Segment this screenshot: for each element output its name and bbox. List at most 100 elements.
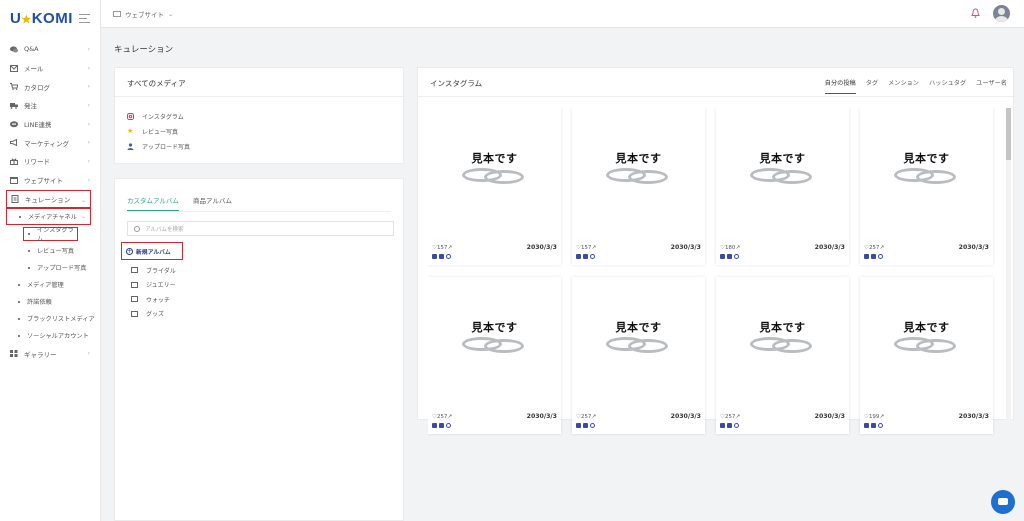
post-status-icons — [720, 423, 741, 428]
instagram-post-card[interactable]: 見本です ♡257↗ 2030/3/3 — [716, 277, 849, 434]
sidebar-subitem-instagram[interactable]: インスタグラム — [0, 225, 100, 243]
tab-mentions[interactable]: メンション — [888, 78, 919, 94]
album-item[interactable]: ウォッチ — [131, 292, 176, 307]
album-search-input[interactable]: アルバムを検索 — [127, 221, 394, 236]
instagram-post-card[interactable]: 見本です ♡257↗ 2030/3/3 — [428, 277, 561, 434]
ring-image — [772, 339, 812, 353]
sidebar-subitem-upload-photos[interactable]: アップロード写真 — [0, 259, 100, 276]
sidebar-item-reward[interactable]: リワード › — [0, 152, 100, 171]
chevron-right-icon: › — [87, 120, 90, 128]
logo[interactable]: U★KOMI — [10, 10, 73, 27]
sidebar-item-label: キュレーション — [25, 195, 71, 204]
instagram-post-card[interactable]: 見本です ♡199↗ 2030/3/3 — [860, 277, 993, 434]
sidebar-item-gallery[interactable]: ギャラリー › — [0, 344, 100, 363]
post-caption: 見本です — [903, 152, 950, 165]
album-item[interactable]: グッズ — [131, 307, 176, 322]
chat-button[interactable] — [991, 490, 1015, 514]
tab-custom-albums[interactable]: カスタムアルバム — [127, 195, 179, 211]
sidebar-item-order[interactable]: 発注 › — [0, 96, 100, 115]
block-icon — [446, 254, 451, 259]
post-likes: ♡257↗ — [432, 414, 453, 420]
ring-image — [916, 339, 956, 353]
tab-tags[interactable]: タグ — [866, 78, 878, 94]
window-icon — [10, 176, 18, 184]
truck-icon — [10, 102, 18, 109]
image-icon — [439, 254, 444, 259]
tag-icon — [576, 423, 581, 428]
post-status-icons — [576, 254, 597, 259]
post-caption: 見本です — [903, 321, 950, 334]
sidebar-item-mail[interactable]: メール › — [0, 59, 100, 78]
chevron-down-icon: ⌄ — [80, 213, 86, 221]
media-filter-instagram[interactable]: インスタグラム — [127, 109, 190, 124]
sidebar-item-qa[interactable]: Q&A › — [0, 40, 100, 59]
image-icon — [131, 310, 138, 317]
avatar[interactable] — [993, 5, 1010, 22]
bell-icon[interactable] — [971, 8, 980, 18]
post-date: 2030/3/3 — [814, 413, 845, 420]
site-selector-label: ウェブサイト — [125, 11, 164, 19]
post-caption: 見本です — [471, 321, 518, 334]
tag-icon — [432, 423, 437, 428]
post-date: 2030/3/3 — [670, 413, 701, 420]
sidebar-subitem-review-photos[interactable]: レビュー写真 — [0, 242, 100, 259]
menu-toggle-icon[interactable] — [79, 14, 90, 23]
tab-product-albums[interactable]: 商品アルバム — [193, 195, 232, 211]
instagram-post-card[interactable]: 見本です ♡180↗ 2030/3/3 — [716, 108, 849, 265]
post-likes: ♡257↗ — [720, 414, 741, 420]
block-icon — [878, 423, 883, 428]
image-icon — [871, 254, 876, 259]
post-date: 2030/3/3 — [958, 413, 989, 420]
megaphone-icon — [10, 138, 18, 147]
ring-image — [916, 170, 956, 184]
search-icon — [134, 225, 140, 232]
sidebar-item-label: 発注 — [24, 102, 37, 111]
post-image: 見本です — [716, 108, 849, 241]
instagram-post-card[interactable]: 見本です ♡157↗ 2030/3/3 — [572, 108, 705, 265]
media-filter-label: インスタグラム — [142, 114, 184, 121]
grid-icon — [10, 350, 18, 358]
post-image: 見本です — [572, 108, 705, 241]
ring-image — [772, 170, 812, 184]
sidebar-item-marketing[interactable]: マーケティング › — [0, 133, 100, 152]
instagram-post-card[interactable]: 見本です ♡257↗ 2030/3/3 — [860, 108, 993, 265]
media-filter-label: アップロード写真 — [142, 144, 191, 151]
tag-icon — [576, 254, 581, 259]
sidebar-item-curation[interactable]: キュレーション ⌄ — [6, 189, 91, 209]
site-selector[interactable]: ウェブサイト ⌄ — [113, 9, 173, 19]
scrollbar[interactable] — [1006, 108, 1011, 445]
sidebar-subitem-rights-request[interactable]: 許諾依頼 — [0, 293, 100, 310]
star-icon: ★ — [21, 14, 32, 26]
sidebar-item-line[interactable]: LINE連携 › — [0, 115, 100, 134]
media-filter-upload[interactable]: アップロード写真 — [127, 139, 190, 154]
sidebar-item-label: LINE連携 — [24, 121, 52, 130]
instagram-post-card[interactable]: 見本です ♡157↗ 2030/3/3 — [428, 108, 561, 265]
sidebar-subitem-blacklist-media[interactable]: ブラックリストメディア — [0, 310, 100, 327]
sidebar-subitem-label: メディア管理 — [27, 282, 64, 290]
album-item[interactable]: ジュエリー — [131, 278, 176, 293]
all-media-card: すべてのメディア インスタグラム ★ レビュー写真 アップロード写真 — [114, 67, 404, 164]
block-icon — [734, 423, 739, 428]
post-caption: 見本です — [615, 321, 662, 334]
image-icon — [583, 423, 588, 428]
new-album-button[interactable]: + 新規アルバム — [121, 242, 183, 260]
post-likes: ♡157↗ — [432, 245, 453, 251]
tab-hashtags[interactable]: ハッシュタグ — [929, 78, 966, 94]
card-title: インスタグラム — [430, 79, 483, 88]
post-image: 見本です — [428, 277, 561, 410]
sidebar-subitem-media-management[interactable]: メディア管理 — [0, 276, 100, 293]
album-item[interactable]: ブライダル — [131, 263, 176, 278]
post-status-icons — [432, 254, 453, 259]
post-likes: ♡257↗ — [576, 414, 597, 420]
sidebar-subitem-social-accounts[interactable]: ソーシャルアカウント — [0, 327, 100, 344]
post-status-icons — [720, 254, 741, 259]
instagram-post-card[interactable]: 見本です ♡257↗ 2030/3/3 — [572, 277, 705, 434]
sidebar-item-catalog[interactable]: カタログ › — [0, 77, 100, 96]
sidebar-subitem-media-channel[interactable]: メディアチャネル ⌄ — [6, 208, 91, 226]
sidebar-item-website[interactable]: ウェブサイト › — [0, 171, 100, 190]
image-icon — [131, 281, 138, 288]
tab-my-posts[interactable]: 自分の投稿 — [824, 78, 856, 94]
chat-bubbles-icon — [10, 46, 18, 53]
tab-usernames[interactable]: ユーザー名 — [976, 78, 1007, 94]
media-filter-review[interactable]: ★ レビュー写真 — [127, 124, 190, 139]
